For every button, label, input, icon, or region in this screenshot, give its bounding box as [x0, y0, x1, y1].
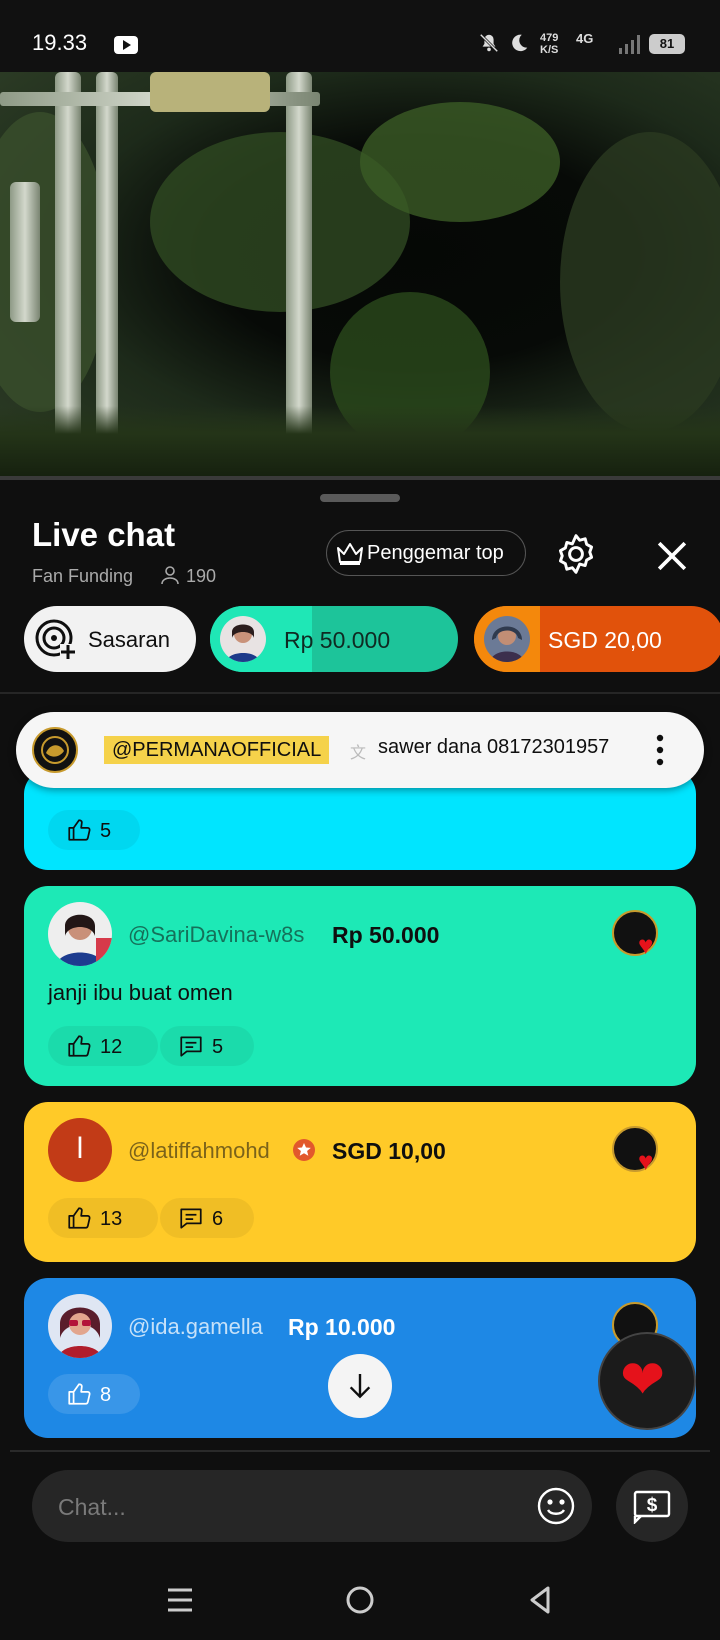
thumb-up-icon: [68, 1207, 91, 1229]
like-count: 13: [100, 1208, 123, 1230]
reply-button[interactable]: 5: [160, 1026, 254, 1066]
avatar: [484, 616, 530, 662]
back-icon[interactable]: [520, 1580, 560, 1620]
pinned-username[interactable]: @PERMANAOFFICIAL: [104, 736, 330, 764]
like-button[interactable]: 12: [48, 1026, 158, 1066]
reply-icon: [180, 1208, 202, 1229]
chat-input-container: [32, 1470, 592, 1542]
reply-icon: [180, 1036, 202, 1057]
battery-icon: 81: [649, 34, 685, 54]
signal-icon: [619, 35, 640, 54]
heart-reaction-button[interactable]: ❤: [598, 1332, 696, 1430]
viewer-count: 190: [186, 566, 217, 586]
emoji-icon[interactable]: [536, 1486, 576, 1526]
supporter-chip-rp[interactable]: Rp 50.000: [210, 606, 458, 672]
network-speed: 479 K/S: [540, 32, 559, 56]
divider: [0, 692, 720, 694]
like-count: 12: [100, 1036, 123, 1058]
goal-icon: [35, 619, 76, 660]
heart-icon: ❤: [620, 1350, 666, 1410]
gear-icon[interactable]: [554, 532, 598, 576]
avatar: [220, 616, 266, 662]
thumb-up-icon: [68, 1035, 91, 1057]
heart-icon: ♥: [638, 930, 654, 960]
super-chat-message[interactable]: @SariDavina-w8s Rp 50.000 ♥ janji ibu bu…: [24, 886, 696, 1086]
avatar: [32, 727, 78, 773]
superchat-icon: $: [633, 1490, 671, 1524]
super-chat-button[interactable]: $: [616, 1470, 688, 1542]
divider: [10, 1450, 710, 1452]
chat-input[interactable]: [56, 1488, 500, 1526]
username[interactable]: @latiffahmohd: [128, 1138, 270, 1164]
avatar-initial: l: [76, 1132, 84, 1165]
thumb-up-icon: [68, 819, 91, 841]
like-button[interactable]: 13: [48, 1198, 158, 1238]
live-video-player[interactable]: [0, 72, 720, 476]
goal-chip[interactable]: Sasaran: [24, 606, 196, 672]
supporter-amount: Rp 50.000: [284, 627, 391, 653]
chat-title: Live chat: [32, 516, 176, 553]
more-vert-icon[interactable]: [654, 732, 666, 768]
reply-count: 6: [212, 1208, 224, 1230]
pinned-text: sawer dana 08172301957: [378, 736, 610, 758]
close-icon[interactable]: [650, 534, 694, 578]
like-count: 5: [100, 820, 112, 842]
network-type: 4G: [576, 31, 594, 46]
translate-icon: 文: [350, 745, 367, 762]
arrow-down-icon: [349, 1374, 371, 1399]
moon-icon: [512, 34, 528, 52]
username[interactable]: @SariDavina-w8s: [128, 922, 304, 948]
home-icon[interactable]: [340, 1580, 380, 1620]
top-fans-button[interactable]: Penggemar top: [326, 530, 526, 576]
status-bar: 19.33 479 K/S 4G 81: [0, 0, 720, 72]
system-nav-bar: [0, 1560, 720, 1640]
reply-count: 5: [212, 1036, 224, 1058]
drag-handle[interactable]: [320, 494, 400, 502]
svg-text:$: $: [647, 1495, 658, 1516]
crown-icon: [337, 543, 363, 565]
viewer-icon: [161, 566, 179, 585]
super-chat-message[interactable]: l @latiffahmohd SGD 10,00 ♥ 13 6: [24, 1102, 696, 1262]
donation-amount: SGD 10,00: [332, 1138, 446, 1164]
donation-amount: Rp 10.000: [288, 1314, 396, 1340]
message-text: janji ibu buat omen: [48, 980, 233, 1005]
youtube-icon: [114, 36, 138, 54]
like-button[interactable]: 8: [48, 1374, 140, 1414]
status-time: 19.33: [32, 30, 88, 55]
chat-subtitle: Fan Funding: [32, 566, 134, 586]
thumb-up-icon: [68, 1383, 91, 1405]
reply-button[interactable]: 6: [160, 1198, 254, 1238]
like-count: 8: [100, 1384, 112, 1406]
username[interactable]: @ida.gamella: [128, 1314, 263, 1340]
verified-star-icon: [293, 1139, 315, 1161]
heart-icon: ♥: [638, 1146, 654, 1176]
avatar[interactable]: [48, 902, 112, 966]
menu-icon[interactable]: [160, 1580, 200, 1620]
scroll-to-bottom-button[interactable]: [328, 1354, 392, 1418]
avatar[interactable]: l: [48, 1118, 112, 1182]
supporter-chip-sgd[interactable]: SGD 20,00: [474, 606, 720, 672]
avatar[interactable]: [48, 1294, 112, 1358]
like-button[interactable]: 5: [48, 810, 140, 850]
top-fans-label: Penggemar top: [367, 542, 504, 564]
supporter-amount: SGD 20,00: [548, 627, 662, 653]
goal-label: Sasaran: [88, 627, 170, 652]
donation-amount: Rp 50.000: [332, 922, 440, 948]
pinned-message[interactable]: @PERMANAOFFICIAL 文 sawer dana 0817230195…: [16, 712, 704, 788]
mute-icon: [479, 33, 499, 53]
